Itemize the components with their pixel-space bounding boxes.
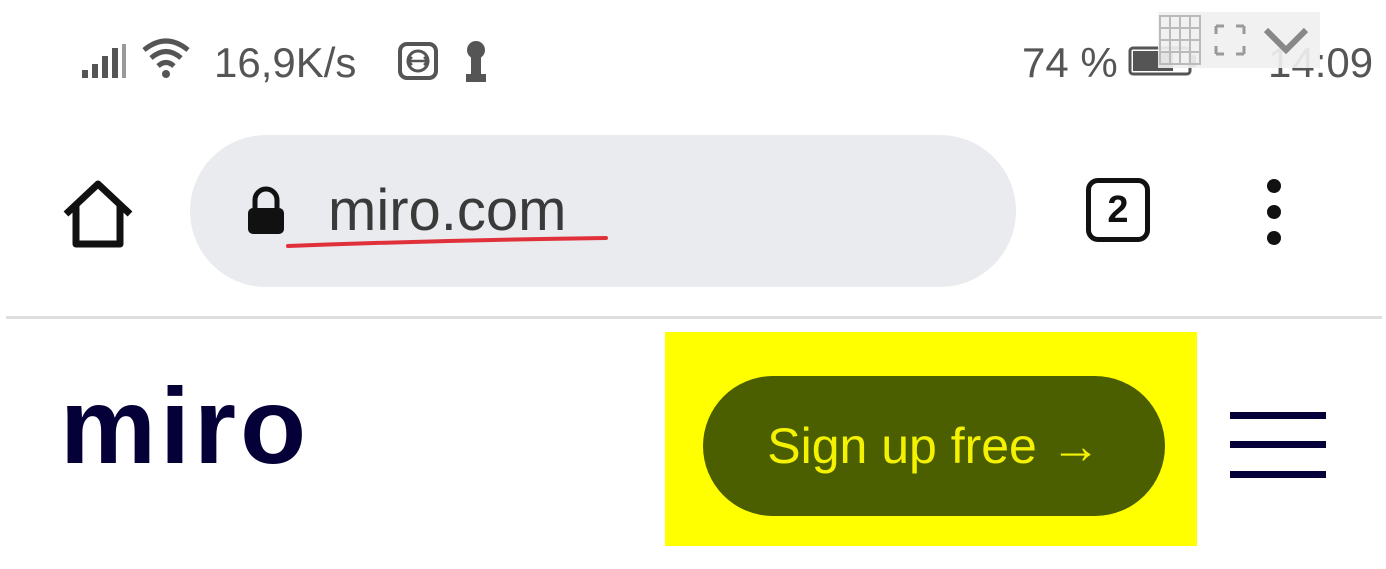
hamburger-icon[interactable] xyxy=(1230,412,1326,478)
miro-logo[interactable]: miro xyxy=(60,372,310,480)
more-vert-icon[interactable] xyxy=(1256,178,1292,246)
signal-icon xyxy=(82,44,128,78)
teamviewer-icon xyxy=(398,42,438,80)
red-underline-annotation xyxy=(286,234,608,250)
url-text[interactable]: miro.com xyxy=(328,182,566,240)
network-speed: 16,9K/s xyxy=(214,39,357,86)
address-bar[interactable] xyxy=(190,135,1016,287)
grid-icon xyxy=(1159,15,1201,65)
wifi-icon xyxy=(140,36,192,78)
key-icon xyxy=(462,40,490,82)
tabs-button[interactable]: 2 xyxy=(1086,178,1150,242)
tab-count: 2 xyxy=(1107,188,1129,231)
chevron-down-icon xyxy=(1263,27,1309,55)
sign-up-free-button[interactable]: Sign up free → xyxy=(703,376,1165,516)
home-button[interactable] xyxy=(58,178,138,250)
battery-percent: 74 % xyxy=(1022,39,1118,86)
lock-icon xyxy=(244,186,288,236)
toolbar-divider xyxy=(6,316,1382,319)
home-icon xyxy=(63,180,133,248)
expand-icon xyxy=(1214,24,1246,56)
screen-capture-overlay[interactable] xyxy=(1158,12,1320,68)
